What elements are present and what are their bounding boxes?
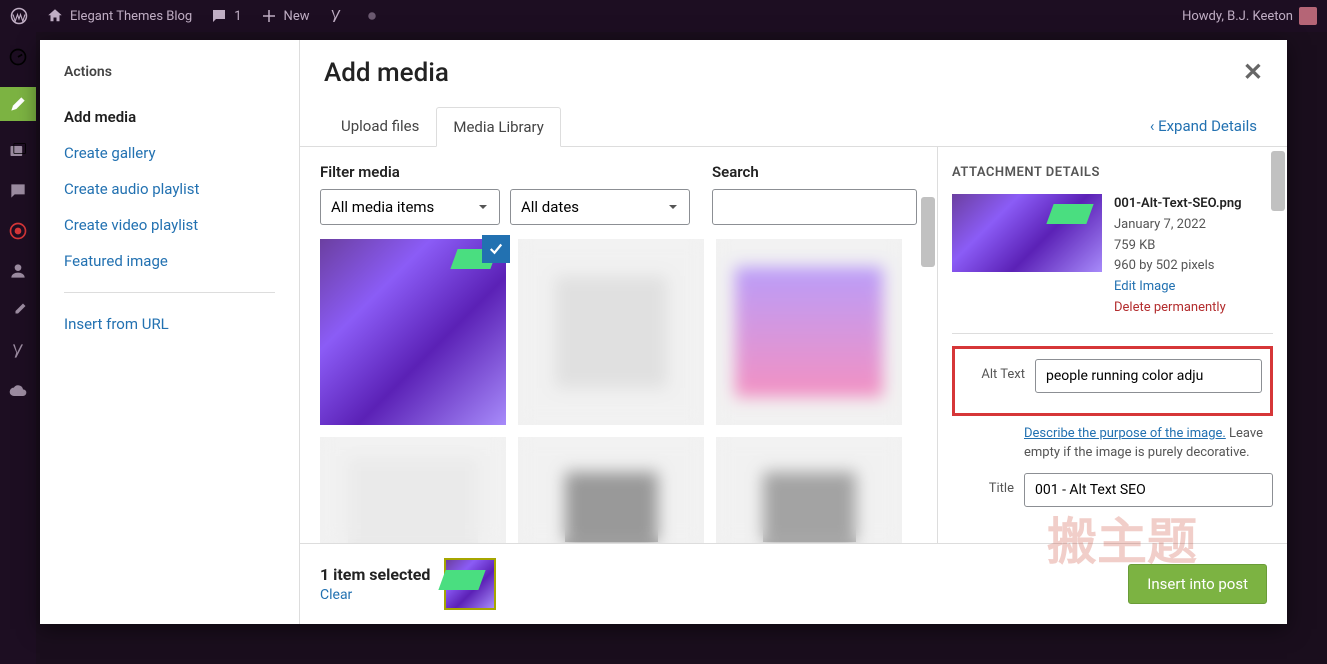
check-icon[interactable]	[482, 235, 510, 263]
clear-selection[interactable]: Clear	[320, 587, 352, 603]
tools-icon[interactable]	[8, 301, 28, 321]
posts-menu-active[interactable]	[0, 87, 36, 121]
title-input[interactable]	[1024, 473, 1273, 507]
detail-filename: 001-Alt-Text-SEO.png	[1114, 194, 1242, 215]
tab-upload[interactable]: Upload files	[324, 106, 436, 146]
actions-heading: Actions	[64, 64, 275, 80]
insert-button[interactable]: Insert into post	[1128, 564, 1267, 604]
media-modal: Actions Add media Create gallery Create …	[40, 40, 1287, 624]
modal-main: Add media ✕ Upload files Media Library ‹…	[300, 40, 1287, 624]
target-icon[interactable]	[8, 221, 28, 241]
modal-title: Add media	[324, 58, 449, 88]
alt-text-label: Alt Text	[963, 359, 1025, 382]
media-item[interactable]	[716, 239, 902, 425]
dashboard-icon[interactable]	[8, 47, 28, 67]
user-greeting[interactable]: Howdy, B.J. Keeton	[1182, 7, 1317, 25]
expand-details[interactable]: ‹ Expand Details	[1150, 117, 1263, 135]
details-scrollbar[interactable]	[1271, 151, 1285, 211]
delete-link[interactable]: Delete permanently	[1114, 298, 1242, 319]
status-dot	[363, 7, 381, 25]
wp-logo[interactable]	[10, 7, 28, 25]
media-item[interactable]	[320, 437, 506, 543]
site-link[interactable]: Elegant Themes Blog	[46, 7, 192, 25]
media-grid-area: Filter media All media items All dates S…	[300, 147, 937, 543]
filter-date-select[interactable]: All dates	[510, 189, 690, 225]
media-item[interactable]	[518, 239, 704, 425]
yoast-menu-icon[interactable]	[8, 341, 28, 361]
grid-scrollbar[interactable]	[921, 197, 935, 267]
media-icon[interactable]	[8, 141, 28, 161]
detail-thumbnail	[952, 194, 1102, 272]
search-input[interactable]	[712, 189, 917, 225]
filter-type-select[interactable]: All media items	[320, 189, 500, 225]
action-featured[interactable]: Featured image	[64, 252, 275, 270]
media-item-selected[interactable]	[320, 239, 506, 425]
media-thumbnails	[320, 239, 917, 543]
selected-thumb[interactable]	[444, 558, 496, 610]
wp-admin-bar: Elegant Themes Blog 1 New Howdy, B.J. Ke…	[0, 0, 1327, 32]
media-item[interactable]	[518, 437, 704, 543]
action-create-video[interactable]: Create video playlist	[64, 216, 275, 234]
detail-size: 759 KB	[1114, 236, 1242, 257]
media-item[interactable]	[716, 437, 902, 543]
users-icon[interactable]	[8, 261, 28, 281]
comments-icon[interactable]	[8, 181, 28, 201]
search-label: Search	[712, 163, 917, 181]
modal-footer: 1 item selected Clear Insert into post	[300, 543, 1287, 624]
tab-library[interactable]: Media Library	[436, 107, 560, 147]
action-create-audio[interactable]: Create audio playlist	[64, 180, 275, 198]
alt-text-input[interactable]	[1035, 359, 1262, 393]
comments-link[interactable]: 1	[210, 7, 241, 25]
edit-image-link[interactable]: Edit Image	[1114, 277, 1242, 298]
action-from-url[interactable]: Insert from URL	[64, 315, 275, 333]
cloud-icon[interactable]	[8, 381, 28, 401]
action-add-media[interactable]: Add media	[64, 108, 275, 126]
actions-sidebar: Actions Add media Create gallery Create …	[40, 40, 300, 624]
describe-link[interactable]: Describe the purpose of the image.	[1024, 426, 1226, 441]
attachment-details: ATTACHMENT DETAILS 001-Alt-Text-SEO.png …	[937, 147, 1287, 543]
wp-admin-menu	[0, 32, 36, 664]
detail-date: January 7, 2022	[1114, 215, 1242, 236]
close-icon[interactable]: ✕	[1243, 58, 1263, 86]
alt-help-text: Describe the purpose of the image. Leave…	[1024, 424, 1273, 463]
new-content[interactable]: New	[260, 7, 310, 25]
action-create-gallery[interactable]: Create gallery	[64, 144, 275, 162]
details-heading: ATTACHMENT DETAILS	[952, 165, 1273, 180]
detail-meta: 001-Alt-Text-SEO.png January 7, 2022 759…	[1114, 194, 1242, 319]
title-label: Title	[952, 473, 1014, 496]
alt-text-highlight: Alt Text	[952, 346, 1273, 416]
detail-dims: 960 by 502 pixels	[1114, 256, 1242, 277]
selected-count: 1 item selected	[320, 565, 430, 584]
yoast-icon[interactable]	[327, 7, 345, 25]
avatar	[1299, 7, 1317, 25]
filter-media-label: Filter media	[320, 163, 690, 181]
media-tabs: Upload files Media Library ‹ Expand Deta…	[300, 88, 1287, 147]
